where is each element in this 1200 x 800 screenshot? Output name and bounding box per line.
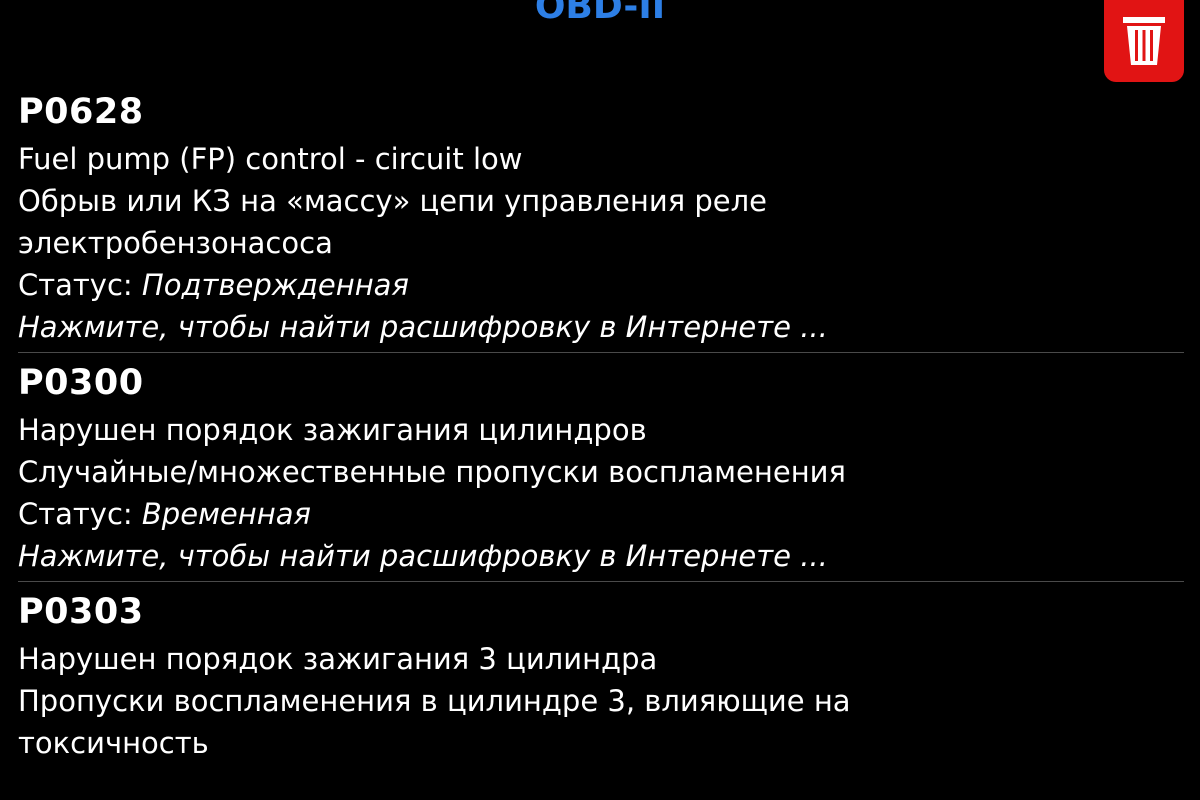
dtc-description-en: Fuel pump (FP) control - circuit low xyxy=(18,142,523,176)
dtc-code: P0300 xyxy=(18,363,144,403)
dtc-status: Статус: Подтвержденная xyxy=(18,264,1188,306)
dtc-description: Нарушен порядок зажигания цилиндров xyxy=(18,413,647,447)
dtc-item[interactable]: P0628 Fuel pump (FP) control - circuit l… xyxy=(18,82,1188,352)
dtc-description: Нарушен порядок зажигания 3 цилиндра xyxy=(18,642,658,676)
status-label: Статус: xyxy=(18,268,142,302)
search-online-link[interactable]: Нажмите, чтобы найти расшифровку в Интер… xyxy=(18,306,1188,348)
dtc-description-detail: Случайные/множественные пропуски восплам… xyxy=(18,455,846,489)
delete-codes-button[interactable] xyxy=(1104,0,1184,82)
dtc-status: Статус: Временная xyxy=(18,493,1188,535)
dtc-list: P0628 Fuel pump (FP) control - circuit l… xyxy=(18,82,1188,768)
dtc-description-detail: Пропуски воспламенения в цилиндре 3, вли… xyxy=(18,684,851,760)
dtc-item[interactable]: P0300 Нарушен порядок зажигания цилиндро… xyxy=(18,353,1188,581)
header-title: OBD-II xyxy=(534,0,666,27)
dtc-code: P0303 xyxy=(18,592,144,632)
dtc-description-ru: Обрыв или КЗ на «массу» цепи управления … xyxy=(18,184,768,260)
status-label: Статус: xyxy=(18,497,142,531)
search-online-link[interactable]: Нажмите, чтобы найти расшифровку в Интер… xyxy=(18,535,1188,577)
dtc-code: P0628 xyxy=(18,92,144,132)
status-value: Временная xyxy=(141,497,311,531)
status-value: Подтвержденная xyxy=(141,268,409,302)
trash-icon xyxy=(1121,15,1167,67)
dtc-item[interactable]: P0303 Нарушен порядок зажигания 3 цилинд… xyxy=(18,582,1188,768)
